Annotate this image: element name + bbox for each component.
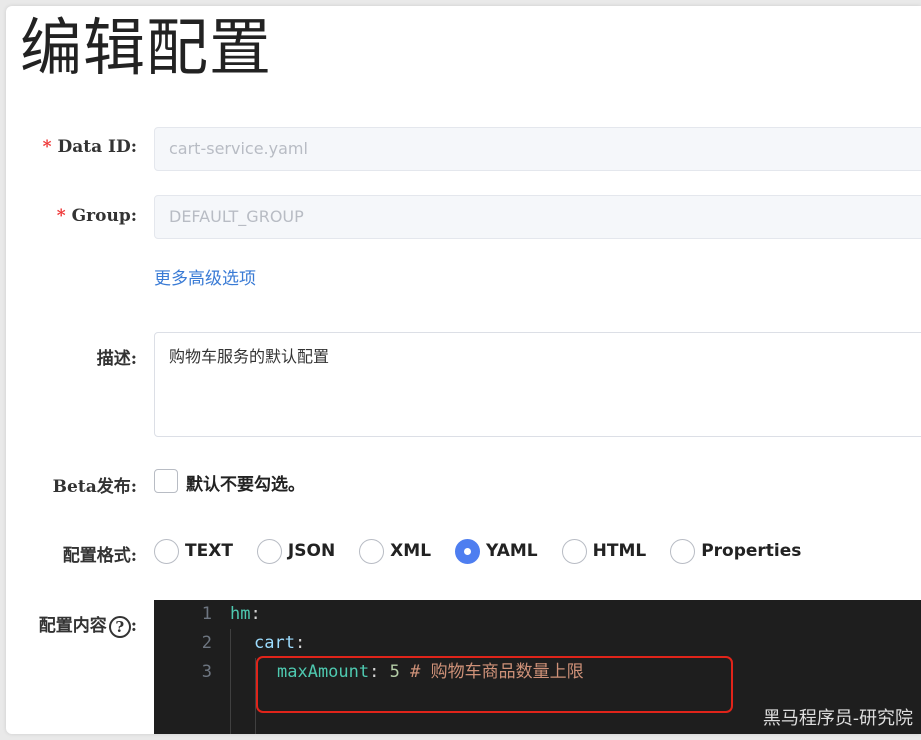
format-label: 配置格式: <box>62 546 137 566</box>
yaml-key: hm <box>230 604 251 624</box>
beta-label: Beta发布: <box>52 477 137 497</box>
more-options-link[interactable]: 更多高级选项 <box>154 264 256 289</box>
line-number: 1 <box>201 604 212 624</box>
data-id-label: * Data ID: <box>42 137 137 157</box>
radio-yaml[interactable]: YAML <box>455 538 538 564</box>
data-id-input[interactable]: cart-service.yaml <box>154 127 921 171</box>
required-mark: * <box>42 137 52 157</box>
line-number: 3 <box>201 662 212 682</box>
radio-circle[interactable] <box>359 538 385 564</box>
group-input[interactable]: DEFAULT_GROUP <box>154 195 921 239</box>
page-title: 编辑配置 <box>20 11 273 84</box>
help-icon[interactable]: ? <box>108 615 131 638</box>
radio-circle[interactable] <box>256 538 282 564</box>
radio-circle-selected[interactable] <box>455 538 481 564</box>
description-textarea[interactable]: 购物车服务的默认配置 <box>154 332 921 437</box>
code-line[interactable]: 1 hm: <box>154 600 921 629</box>
radio-circle[interactable] <box>561 538 587 564</box>
radio-circle[interactable] <box>670 538 696 564</box>
yaml-key: cart <box>254 633 295 653</box>
required-mark: * <box>56 206 66 226</box>
content-label: 配置内容?: <box>38 615 137 638</box>
line-number: 2 <box>201 633 212 653</box>
radio-json[interactable]: JSON <box>256 538 335 564</box>
format-radio-group: TEXT JSON XML YAML HTML Properties <box>154 538 825 564</box>
beta-checkbox-text[interactable]: 默认不要勾选。 <box>186 470 305 495</box>
group-label: * Group: <box>56 206 137 226</box>
highlight-box <box>256 656 733 713</box>
watermark: 黑马程序员-研究院 <box>762 708 913 729</box>
beta-checkbox[interactable] <box>154 469 178 493</box>
radio-circle[interactable] <box>154 538 179 564</box>
radio-text[interactable]: TEXT <box>154 538 233 564</box>
code-line[interactable]: 2 cart: <box>154 629 921 658</box>
radio-html[interactable]: HTML <box>561 538 646 564</box>
description-label: 描述: <box>96 349 137 369</box>
radio-properties[interactable]: Properties <box>670 538 801 564</box>
radio-xml[interactable]: XML <box>359 538 431 564</box>
edit-config-card: 编辑配置 * Data ID: cart-service.yaml * Group:… <box>6 6 921 734</box>
